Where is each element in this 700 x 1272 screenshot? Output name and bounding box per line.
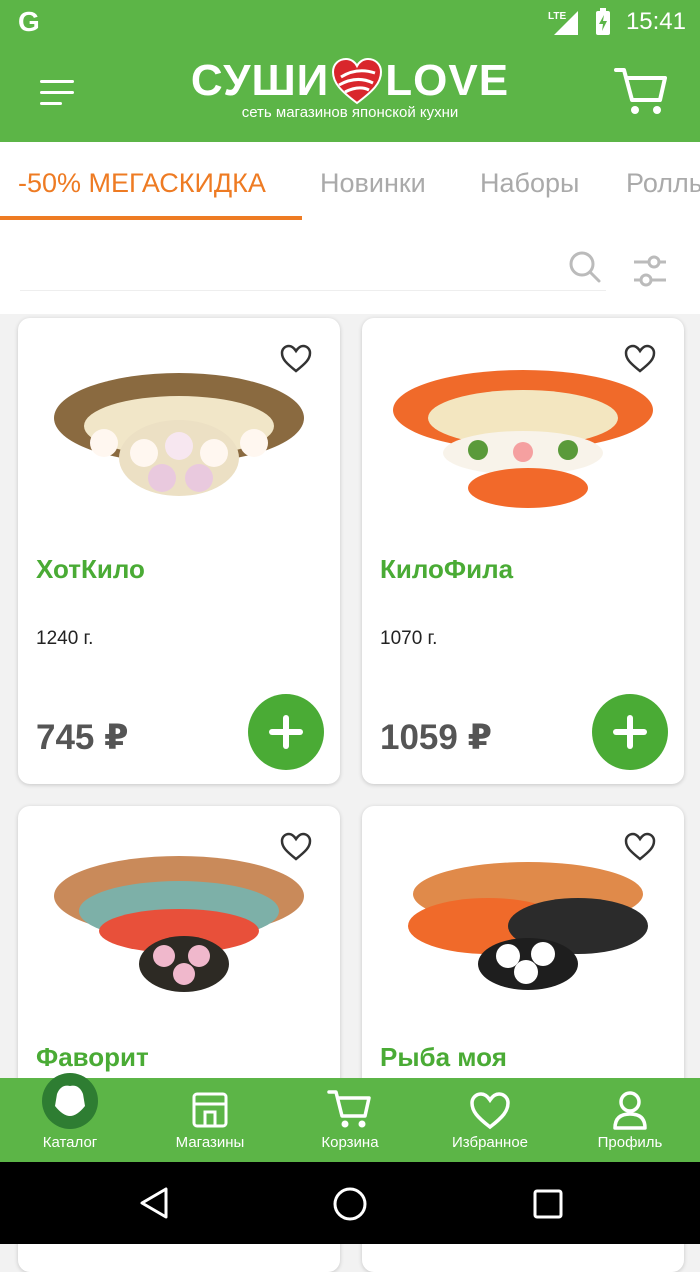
product-weight: 1240 г. (36, 628, 94, 649)
tab-megasale[interactable]: -50% МЕГАСКИДКА (18, 168, 266, 199)
product-card[interactable]: КилоФила 1070 г. 1059 ₽ (362, 318, 684, 784)
recents-icon[interactable] (532, 1188, 564, 1220)
nav-label: Магазины (175, 1134, 245, 1151)
nav-label: Каталог (42, 1134, 98, 1151)
nav-stores[interactable]: Магазины (145, 1078, 275, 1162)
product-name: Фаворит (36, 1042, 149, 1072)
filter-icon[interactable] (632, 254, 668, 288)
home-icon[interactable] (332, 1186, 368, 1222)
product-image (54, 856, 304, 992)
product-image (54, 373, 304, 496)
google-icon: G (18, 6, 40, 37)
brand-right: LOVE (385, 56, 510, 105)
heart-logo-icon (332, 57, 383, 105)
tab-sets[interactable]: Наборы (480, 168, 579, 199)
nav-label: Корзина (321, 1134, 379, 1151)
category-tabs: -50% МЕГАСКИДКА Новинки Наборы Роллы (0, 142, 700, 222)
product-name: КилоФила (380, 554, 514, 584)
status-bar: G LTE 15:41 (0, 0, 700, 44)
add-to-cart-button[interactable] (592, 694, 668, 770)
search-icon[interactable] (568, 250, 602, 284)
svg-text:LTE: LTE (548, 11, 566, 22)
product-name: Рыба моя (380, 1042, 507, 1072)
signal-icon: LTE (548, 11, 578, 35)
add-to-cart-button[interactable] (248, 694, 324, 770)
cart-icon[interactable] (614, 64, 668, 118)
nav-favorites[interactable]: Избранное (425, 1078, 555, 1162)
nav-profile[interactable]: Профиль (565, 1078, 695, 1162)
nav-cart[interactable]: Корзина (285, 1078, 415, 1162)
back-icon[interactable] (138, 1186, 170, 1220)
product-price: 745 ₽ (36, 718, 129, 757)
brand-left: СУШИ (190, 56, 330, 105)
product-image (393, 370, 653, 508)
product-image (408, 862, 648, 990)
divider (20, 290, 606, 291)
nav-label: Профиль (597, 1134, 663, 1151)
brand-logo: СУШИ LOVE сеть магазинов японской кухни (0, 56, 700, 121)
system-navigation-bar (0, 1162, 700, 1244)
tab-rolls[interactable]: Роллы (626, 168, 700, 199)
battery-icon (595, 8, 610, 35)
app-header: СУШИ LOVE сеть магазинов японской кухни (0, 44, 700, 142)
profile-icon (613, 1091, 647, 1130)
product-price: 1059 ₽ (380, 718, 492, 757)
clock: 15:41 (625, 8, 686, 35)
tab-new[interactable]: Новинки (320, 168, 426, 199)
nav-label: Избранное (451, 1134, 529, 1151)
store-icon (192, 1092, 228, 1128)
active-tab-indicator (0, 216, 302, 220)
search-row (0, 222, 700, 314)
catalog-icon (42, 1073, 98, 1129)
nav-catalog[interactable]: Каталог (5, 1073, 135, 1162)
product-card[interactable]: ХотКило 1240 г. 745 ₽ (18, 318, 340, 784)
cart-icon (327, 1090, 371, 1128)
product-weight: 1070 г. (380, 628, 438, 649)
bottom-navigation: Каталог Магазины Корзина Избранное Профи… (0, 1073, 700, 1162)
product-name: ХотКило (36, 554, 145, 584)
brand-tagline: сеть магазинов японской кухни (241, 104, 459, 121)
heart-icon (470, 1092, 510, 1130)
